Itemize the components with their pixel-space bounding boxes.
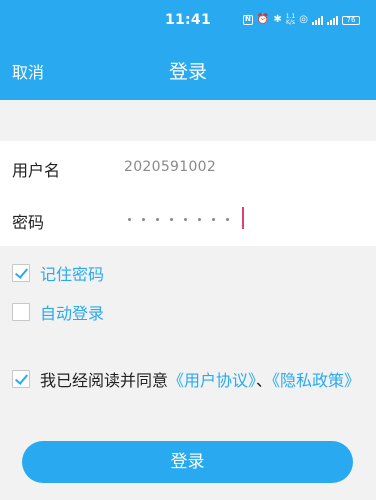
status-bar: 11:41 N ⏰ ✱ 1.1 K/s ◎ 76 (0, 0, 376, 40)
password-dot (184, 217, 187, 221)
login-screen: 11:41 N ⏰ ✱ 1.1 K/s ◎ 76 取消 登录 用户名 20205… (0, 0, 376, 500)
password-dot (170, 217, 173, 221)
hotspot-icon: ◎ (299, 14, 308, 25)
password-row: 密码 (0, 193, 376, 245)
nav-bar: 取消 登录 (0, 40, 376, 100)
signal-icon-2 (327, 15, 338, 25)
agreement-checkbox[interactable] (12, 370, 30, 388)
network-speed-unit: K/s (285, 19, 296, 26)
username-label: 用户名 (12, 161, 61, 180)
agreement-separator: 、 (256, 371, 273, 390)
password-dot (142, 217, 145, 221)
privacy-policy-link[interactable]: 《隐私政策》 (272, 371, 360, 390)
agreement-text: 我已经阅读并同意《用户协议》、《隐私政策》 (40, 369, 368, 393)
password-input[interactable] (128, 209, 229, 229)
page-title: 登录 (168, 61, 207, 83)
status-icons: N ⏰ ✱ 1.1 K/s ◎ 76 (242, 14, 360, 26)
password-dot (212, 217, 215, 221)
username-row: 用户名 2020591002 (0, 141, 376, 193)
remember-password-option[interactable]: 记住密码 (12, 261, 104, 285)
bluetooth-icon: ✱ (273, 14, 282, 25)
username-input[interactable]: 2020591002 (124, 159, 216, 175)
login-form: 用户名 2020591002 密码 (0, 141, 376, 246)
signal-icon (312, 15, 323, 25)
login-button[interactable]: 登录 (22, 441, 353, 483)
auto-login-option[interactable]: 自动登录 (12, 300, 104, 324)
password-dot (156, 217, 159, 221)
password-dot (226, 217, 229, 221)
text-caret (242, 207, 244, 229)
battery-icon: 76 (342, 15, 360, 25)
password-dot (128, 217, 131, 221)
remember-password-checkbox[interactable] (12, 264, 30, 282)
password-label: 密码 (12, 213, 45, 232)
alarm-icon: ⏰ (256, 14, 270, 25)
agreement-prefix: 我已经阅读并同意 (40, 371, 169, 390)
nfc-icon: N (242, 15, 253, 25)
auto-login-label: 自动登录 (40, 304, 105, 323)
remember-password-label: 记住密码 (40, 265, 105, 284)
network-speed: 1.1 K/s (286, 14, 296, 26)
user-agreement-link[interactable]: 《用户协议》 (168, 371, 256, 390)
auto-login-checkbox[interactable] (12, 303, 30, 321)
password-dot (198, 217, 201, 221)
